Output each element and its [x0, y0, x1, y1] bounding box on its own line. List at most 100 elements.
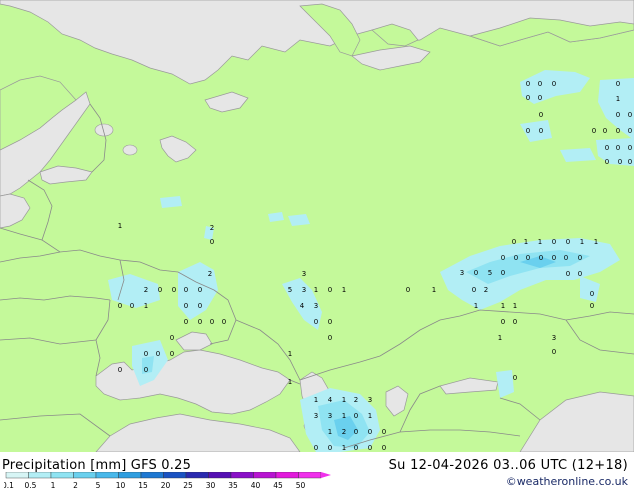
- precip-value-label: 1: [342, 396, 346, 404]
- scale-tick-label: 0.5: [25, 481, 37, 490]
- precip-value-label: 3: [314, 302, 318, 310]
- precip-value-label: 0: [354, 428, 358, 436]
- precip-value-label: 1: [144, 302, 148, 310]
- precip-value-label: 0: [172, 286, 176, 294]
- scale-swatch: [95, 472, 119, 479]
- precip-value-label: 0: [158, 286, 162, 294]
- scale-tick-label: 10: [116, 481, 126, 490]
- precip-value-label: 0: [616, 80, 620, 88]
- precip-value-label: 1: [501, 302, 505, 310]
- precip-value-label: 0: [590, 290, 594, 298]
- precip-value-label: 0: [222, 318, 226, 326]
- precip-value-label: 0: [382, 444, 386, 452]
- precip-value-label: 1: [580, 238, 584, 246]
- precip-value-label: 3: [302, 286, 306, 294]
- precip-value-label: 2: [342, 428, 346, 436]
- precip-value-label: 1: [342, 444, 346, 452]
- precip-value-label: 0: [526, 80, 530, 88]
- scale-swatch: [50, 472, 74, 479]
- precip-value-label: 0: [156, 350, 160, 358]
- precip-value-label: 4: [300, 302, 305, 310]
- scale-tick-label: 0.1: [4, 481, 14, 490]
- precip-value-label: 0: [328, 444, 332, 452]
- precip-value-label: 0: [628, 111, 632, 119]
- scale-swatch: [163, 472, 187, 479]
- scale-tick-label: 20: [161, 481, 171, 490]
- precip-value-label: 0: [513, 318, 517, 326]
- precip-value-label: 0: [526, 94, 530, 102]
- precip-value-label: 1: [524, 238, 528, 246]
- credit-link[interactable]: ©weatheronline.co.uk: [506, 475, 628, 488]
- precip-value-label: 1: [314, 396, 318, 404]
- precip-value-label: 5: [488, 269, 492, 277]
- precip-value-label: 0: [198, 302, 202, 310]
- precip-value-label: 0: [513, 374, 517, 382]
- precip-value-label: 0: [628, 127, 632, 135]
- scale-swatch: [5, 472, 29, 479]
- precipitation-map: 0 0 00 000 00100 0 0 000 0 00 000 1 1 0 0 1 10 0 0 0 0 0 03 0 5 0…: [0, 0, 634, 452]
- scale-swatch: [275, 472, 299, 479]
- scale-swatch: [253, 472, 277, 479]
- precip-value-label: 2: [484, 286, 488, 294]
- scale-swatch: [298, 472, 322, 479]
- precip-value-label: 0: [198, 318, 202, 326]
- precip-value-label: 0: [564, 254, 568, 262]
- precip-value-label: 0: [578, 270, 582, 278]
- precip-value-label: 1: [594, 238, 598, 246]
- precip-value-label: 0: [354, 412, 358, 420]
- precip-value-label: 0: [210, 318, 214, 326]
- precip-value-label: 0: [628, 144, 632, 152]
- map-footer: Precipitation [mm] GFS 0.25 Su 12-04-202…: [0, 452, 634, 490]
- precip-value-label: 0: [628, 158, 632, 166]
- precip-value-label: 0: [538, 94, 542, 102]
- precip-value-label: 0: [552, 348, 556, 356]
- precip-value-label: 3: [314, 412, 318, 420]
- precip-color-scale: 0.1 0.5 1 2 5 10 15 20 25 30 35 40 45 50: [4, 472, 331, 490]
- precip-value-label: 1: [368, 412, 372, 420]
- map-title: Precipitation [mm] GFS 0.25: [2, 458, 192, 473]
- precip-value-label: 0: [501, 269, 505, 277]
- scale-tick-label: 35: [228, 481, 238, 490]
- scale-swatch: [208, 472, 232, 479]
- precip-value-label: 0: [382, 428, 386, 436]
- scale-tick-label: 40: [251, 481, 261, 490]
- precip-value-label: 0: [328, 318, 332, 326]
- precip-value-label: 0: [526, 127, 530, 135]
- precip-value-label: 1: [513, 302, 517, 310]
- precip-value-label: 0: [552, 254, 556, 262]
- precip-value-label: 0: [328, 286, 332, 294]
- precip-value-label: 0: [501, 254, 505, 262]
- precip-value-label: 3: [552, 334, 556, 342]
- precip-value-label: 1: [314, 286, 318, 294]
- scale-tick-label: 15: [138, 481, 148, 490]
- precip-value-label: 0: [552, 80, 556, 88]
- scale-tick-label: 30: [206, 481, 216, 490]
- precip-value-label: 0: [539, 254, 543, 262]
- precip-value-label: 1: [118, 222, 122, 230]
- scale-swatch: [28, 472, 52, 479]
- precip-value-label: 0: [578, 254, 582, 262]
- precip-value-label: 0: [526, 254, 530, 262]
- precip-value-label: 0: [118, 366, 122, 374]
- precip-value-label: 3: [328, 412, 332, 420]
- precip-value-label: 2: [354, 396, 358, 404]
- precip-value-label: 0: [144, 366, 148, 374]
- scale-swatch: [185, 472, 209, 479]
- precip-value-label: 1: [342, 412, 346, 420]
- precip-value-label: 2: [210, 224, 214, 232]
- scale-swatch: [230, 472, 254, 479]
- precip-value-label: 0: [616, 144, 620, 152]
- precip-value-label: 0: [616, 111, 620, 119]
- precip-value-label: 1: [616, 95, 620, 103]
- precip-value-label: 0: [314, 318, 318, 326]
- precip-value-label: 0: [184, 286, 188, 294]
- precip-value-label: 1: [538, 238, 542, 246]
- precip-value-label: 0: [590, 302, 594, 310]
- precip-value-label: 0: [210, 238, 214, 246]
- precip-value-label: 0: [170, 334, 174, 342]
- precip-value-label: 1: [342, 286, 346, 294]
- scale-tick-label: 2: [73, 481, 78, 490]
- precip-value-label: 5: [288, 286, 292, 294]
- precip-value-label: 1: [432, 286, 436, 294]
- precip-value-label: 0: [406, 286, 410, 294]
